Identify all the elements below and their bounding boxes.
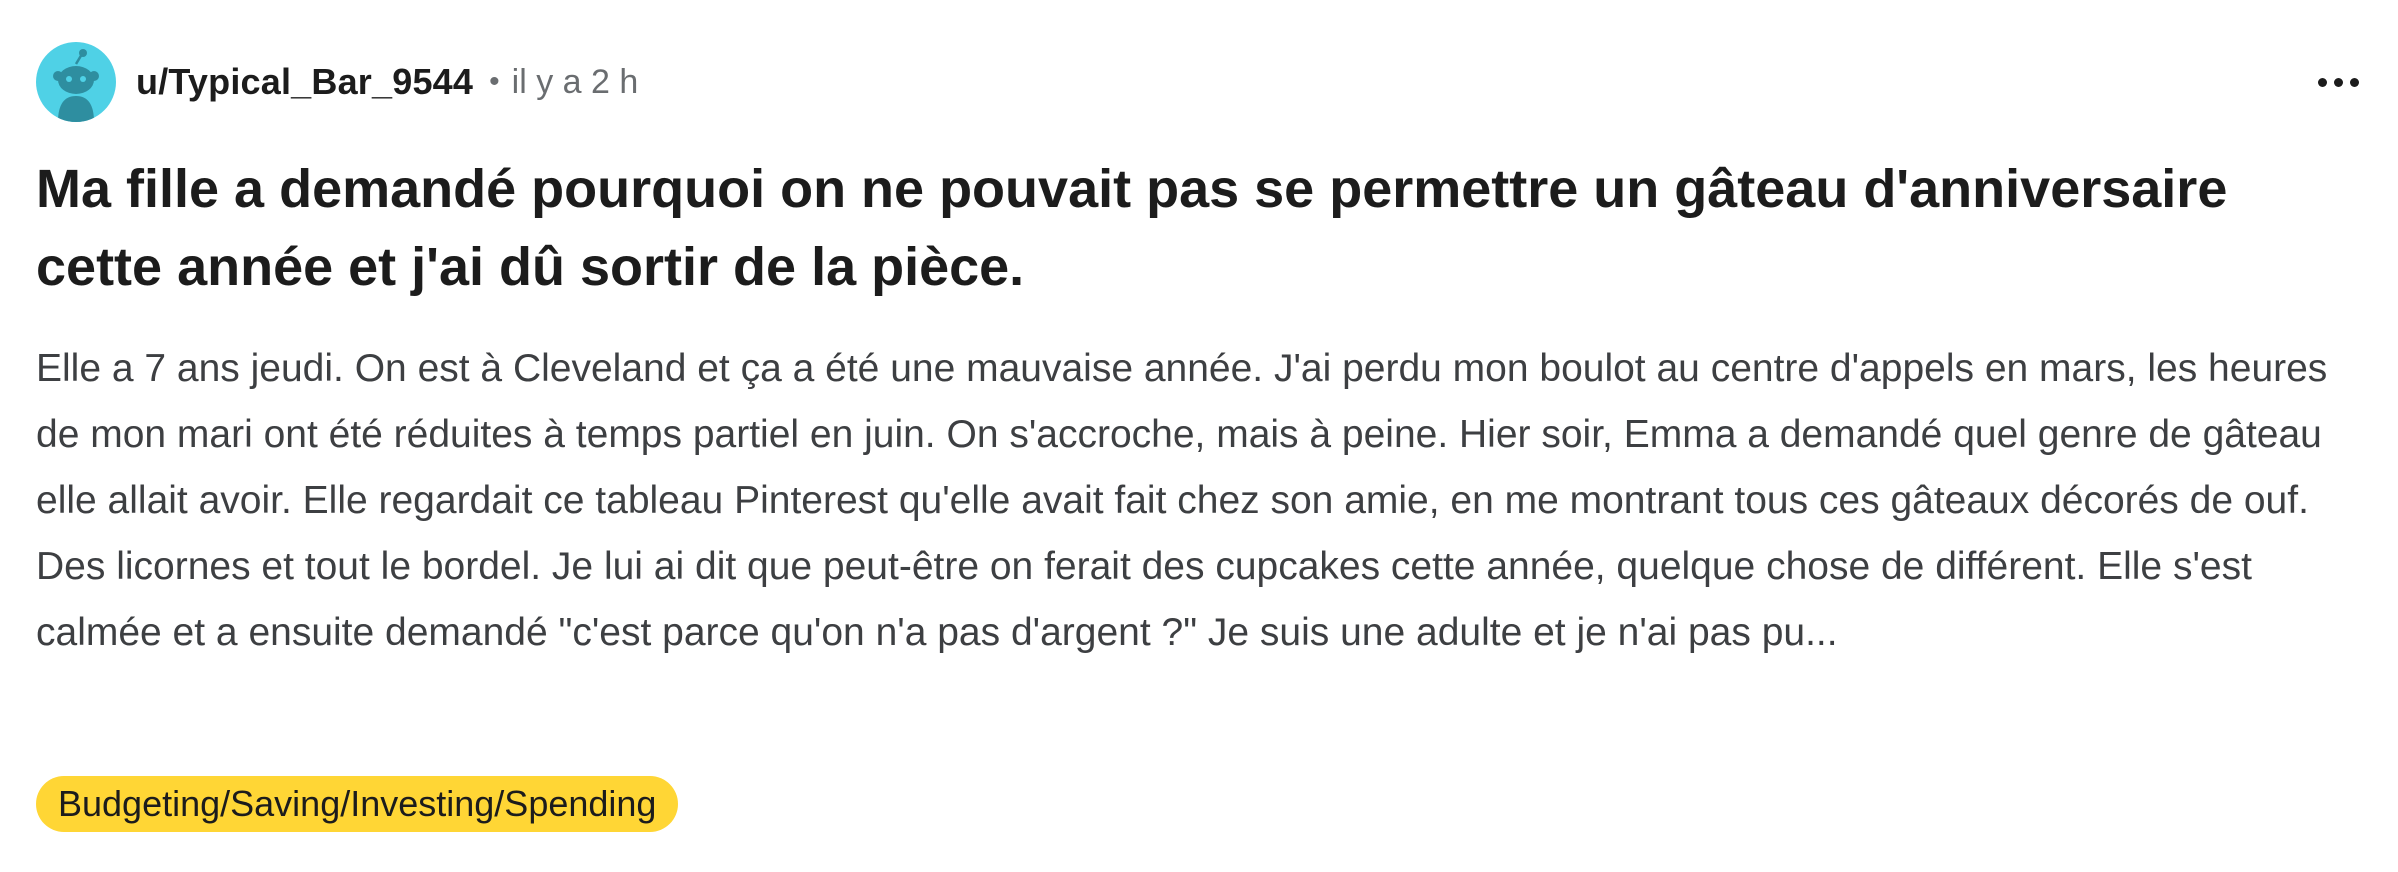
more-options-icon <box>2333 77 2343 87</box>
post-title[interactable]: Ma fille a demandé pourquoi on ne pouvai… <box>36 150 2336 306</box>
post-flair[interactable]: Budgeting/Saving/Investing/Spending <box>36 776 679 832</box>
more-options-icon <box>2349 77 2359 87</box>
post-header: u/Typical_Bar_9544 • il y a 2 h <box>36 42 2366 122</box>
meta-separator: • <box>489 65 500 98</box>
avatar[interactable] <box>36 42 116 122</box>
more-options-button[interactable] <box>2310 62 2366 102</box>
snoo-avatar-icon <box>53 49 99 122</box>
post-body[interactable]: Elle a 7 ans jeudi. On est à Cleveland e… <box>36 336 2366 666</box>
post-card[interactable]: u/Typical_Bar_9544 • il y a 2 h Ma fille… <box>0 0 2398 872</box>
more-options-icon <box>2317 77 2327 87</box>
post-timestamp: il y a 2 h <box>511 62 639 101</box>
author-username[interactable]: u/Typical_Bar_9544 <box>136 61 473 103</box>
